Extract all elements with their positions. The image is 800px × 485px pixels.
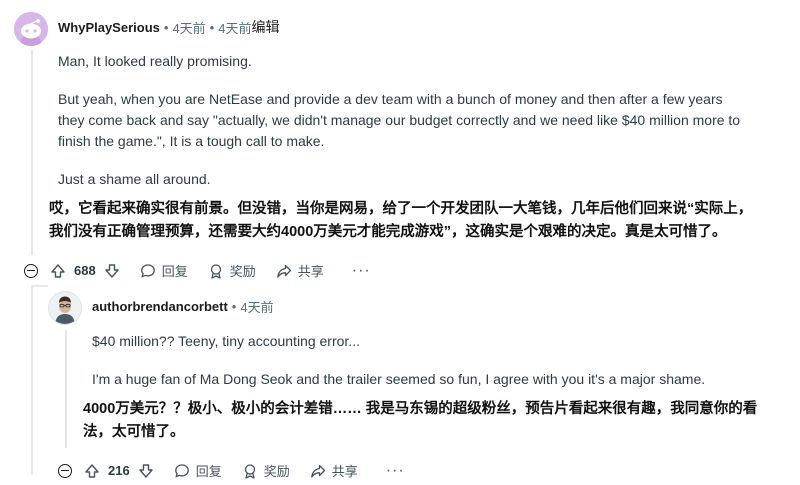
comment-text: $40 million?? Teeny, tiny accounting err…: [92, 333, 360, 349]
comment-text: Man, It looked really promising.: [58, 53, 252, 69]
award-button[interactable]: 奖励: [208, 261, 256, 280]
award-label: 奖励: [229, 264, 256, 279]
award-icon: [210, 263, 221, 279]
separator-dot: •: [163, 19, 169, 35]
translation-text: 4000万美元？？极小、极小的会计差错…… 我是马东锡的超级粉丝，预告片看起来很…: [83, 401, 758, 417]
timestamp[interactable]: 4天前: [172, 18, 205, 37]
collapse-thread-icon[interactable]: [24, 263, 38, 278]
edited-timestamp: 4天前: [218, 20, 252, 36]
more-options-icon[interactable]: ···: [386, 462, 405, 480]
comment-text: But yeah, when you are NetEase and provi…: [58, 91, 723, 107]
comment-text: they come back and say "actually, we did…: [58, 112, 741, 128]
downvote-icon[interactable]: [104, 263, 120, 279]
chat-bubble-icon: [174, 463, 189, 478]
comment-text: finish the game.", It is a tough call to…: [58, 133, 325, 149]
reply-label: 回复: [161, 264, 188, 279]
reply-button[interactable]: 回复: [140, 261, 188, 280]
snoo-avatar-icon: [14, 12, 48, 46]
thread-connector: [31, 285, 48, 287]
upvote-icon[interactable]: [84, 463, 100, 479]
upvote-icon[interactable]: [50, 263, 66, 279]
thread-line: [65, 330, 67, 448]
comment-meta: WhyPlaySerious • 4天前 • 4天前 编辑: [58, 17, 279, 37]
thread-line: [31, 50, 33, 255]
reply-button[interactable]: 回复: [174, 461, 222, 480]
chat-bubble-icon: [140, 263, 155, 278]
user-photo-avatar-icon: [49, 292, 81, 324]
username[interactable]: authorbrendancorbett: [92, 299, 228, 314]
translation-text: 法，太可惜了。: [83, 424, 185, 440]
timestamp[interactable]: 4天前: [240, 297, 273, 316]
award-icon: [244, 463, 255, 479]
vote-count: 216: [108, 463, 130, 478]
avatar[interactable]: [48, 291, 82, 325]
award-button[interactable]: 奖励: [242, 461, 290, 480]
downvote-icon[interactable]: [138, 463, 154, 479]
comment-text: Just a shame all around.: [58, 171, 211, 187]
award-label: 奖励: [263, 464, 290, 479]
more-options-icon[interactable]: ···: [352, 262, 371, 280]
share-icon: [310, 464, 325, 478]
share-button[interactable]: 共享: [276, 261, 324, 280]
vote-count: 688: [74, 263, 96, 278]
reply-label: 回复: [195, 464, 222, 479]
share-button[interactable]: 共享: [310, 461, 358, 480]
translation-text: 我们没有正确管理预算，还需要大约4000万美元才能完成游戏”，这确实是个艰难的决…: [49, 224, 727, 240]
comment-meta: authorbrendancorbett • 4天前: [92, 297, 274, 316]
comment-action-bar: 216 回复 奖励 共享 ···: [58, 461, 405, 480]
comment-text: I'm a huge fan of Ma Dong Seok and the t…: [92, 371, 706, 387]
separator-dot: •: [231, 299, 237, 314]
thread-line: [31, 285, 33, 475]
username[interactable]: WhyPlaySerious: [58, 20, 160, 35]
collapse-thread-icon[interactable]: [58, 463, 72, 478]
translation-text: 哎，它看起来确实很有前景。但没错，当你是网易，给了一个开发团队一大笔钱，几年后他…: [49, 201, 753, 217]
edited-label: 编辑: [251, 19, 280, 35]
share-label: 共享: [331, 464, 358, 479]
share-icon: [276, 264, 291, 278]
avatar[interactable]: [14, 12, 48, 46]
comment-action-bar: 688 回复 奖励 共享 ···: [24, 261, 371, 280]
separator-dot: •: [209, 19, 215, 35]
share-label: 共享: [297, 264, 324, 279]
